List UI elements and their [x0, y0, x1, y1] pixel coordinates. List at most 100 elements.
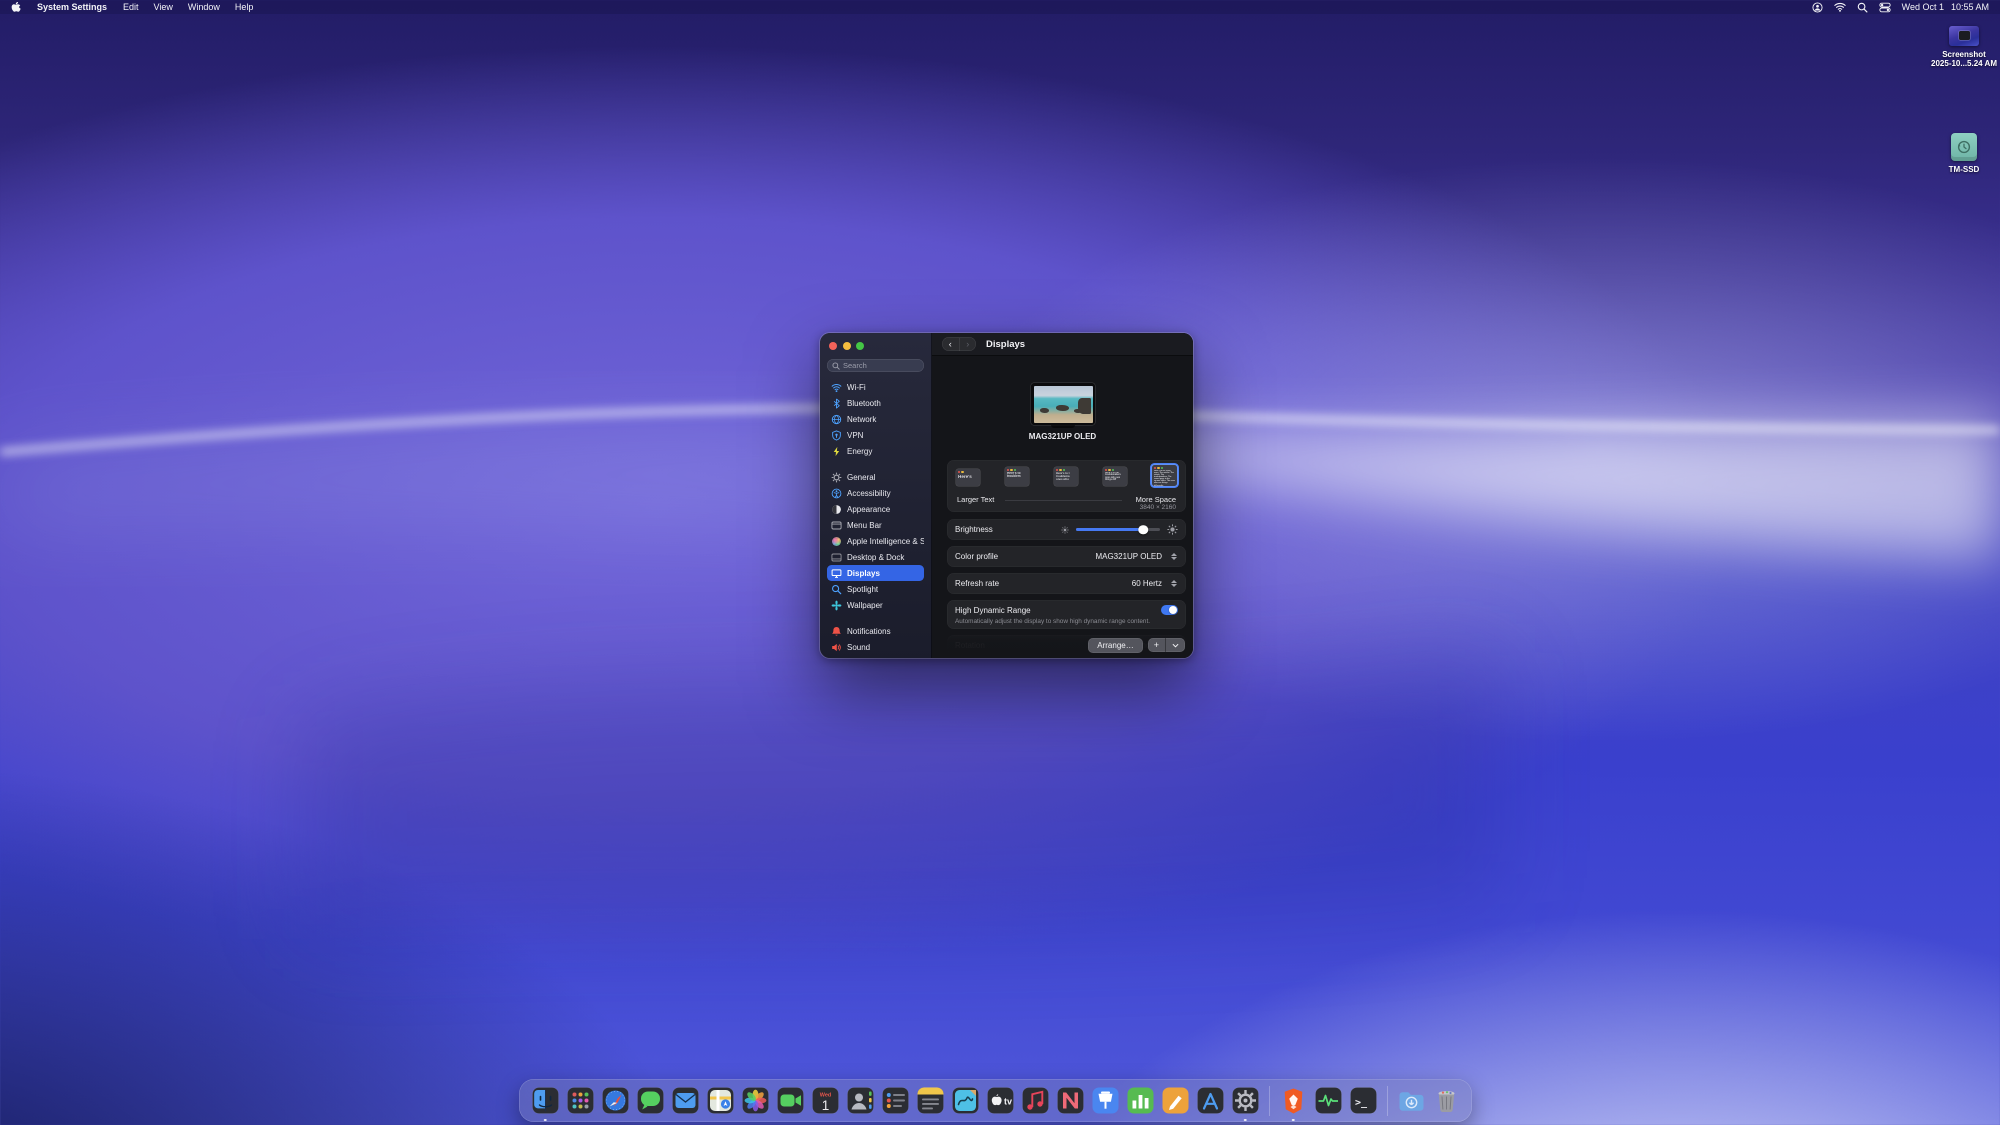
sidebar-item-general[interactable]: General: [827, 469, 924, 485]
sidebar-item-desktop-dock[interactable]: Desktop & Dock: [827, 549, 924, 565]
dock-maps-icon[interactable]: [704, 1084, 737, 1117]
menubar-icon: [831, 520, 842, 531]
screenshot-label-line1: Screenshot: [1931, 50, 1997, 59]
dock-photos-icon[interactable]: [739, 1084, 772, 1117]
minimize-button[interactable]: [843, 342, 851, 350]
dock-mail-icon[interactable]: [669, 1084, 702, 1117]
search-icon[interactable]: [1857, 2, 1868, 13]
dock-messages-icon[interactable]: [634, 1084, 667, 1117]
add-display-button[interactable]: +: [1148, 638, 1165, 652]
sidebar-item-label: Notifications: [847, 627, 891, 636]
add-display-chevron[interactable]: [1165, 638, 1185, 652]
sidebar-item-wi-fi[interactable]: Wi-Fi: [827, 379, 924, 395]
sidebar-item-label: Spotlight: [847, 585, 878, 594]
zoom-button[interactable]: [856, 342, 864, 350]
dock-numbers-icon[interactable]: [1124, 1084, 1157, 1117]
brightness-slider-knob[interactable]: [1138, 525, 1148, 535]
menu-clock[interactable]: Wed Oct 1 10:55 AM: [1902, 2, 1989, 12]
add-display-group: +: [1148, 638, 1185, 652]
globe-icon: [831, 414, 842, 425]
hdr-toggle[interactable]: [1161, 605, 1178, 615]
sidebar-item-label: Desktop & Dock: [847, 553, 904, 562]
dock-finder-icon[interactable]: [529, 1084, 562, 1117]
preset-thumb-3[interactable]: Here's to t troublema ones who: [1054, 467, 1078, 486]
arrange-button[interactable]: Arrange…: [1088, 638, 1142, 653]
sidebar-item-label: Sound: [847, 643, 870, 652]
dock-brave-icon[interactable]: [1277, 1084, 1310, 1117]
search-input[interactable]: Search: [827, 359, 924, 372]
user-switch-icon[interactable]: [1812, 2, 1823, 13]
dock-notes-icon[interactable]: [914, 1084, 947, 1117]
control-center-icon[interactable]: [1879, 2, 1891, 13]
dock-safari-icon[interactable]: [599, 1084, 632, 1117]
dock-appletv-icon[interactable]: tv: [984, 1084, 1017, 1117]
dock-appstore-icon[interactable]: [1194, 1084, 1227, 1117]
preset-thumbnails: Here's Here's to troublem Here's to t trou…: [956, 465, 1177, 486]
preset-thumb-2[interactable]: Here's to troublem: [1005, 467, 1029, 486]
dock-music-icon[interactable]: [1019, 1084, 1052, 1117]
sidebar-item-accessibility[interactable]: Accessibility: [827, 485, 924, 501]
menu-edit[interactable]: Edit: [123, 2, 139, 12]
bluetooth-icon: [831, 398, 842, 409]
color-profile-stepper[interactable]: [1169, 551, 1178, 563]
dock-facetime-icon[interactable]: [774, 1084, 807, 1117]
close-button[interactable]: [829, 342, 837, 350]
forward-icon[interactable]: ›: [959, 338, 977, 351]
dock-settings-icon[interactable]: [1229, 1084, 1262, 1117]
sidebar-item-displays[interactable]: Displays: [827, 565, 924, 581]
dock-freeform-icon[interactable]: [949, 1084, 982, 1117]
sidebar-item-wallpaper[interactable]: Wallpaper: [827, 597, 924, 613]
refresh-rate-label: Refresh rate: [955, 579, 999, 588]
sidebar-item-label: Energy: [847, 447, 872, 456]
dock-reminders-icon[interactable]: [879, 1084, 912, 1117]
apple-menu-icon[interactable]: [11, 2, 21, 13]
pane-footer: Arrange… +: [932, 632, 1193, 658]
dock-calendar-icon[interactable]: Wed1: [809, 1084, 842, 1117]
desktop-icon-tm-ssd[interactable]: TM-SSD: [1921, 133, 2000, 174]
sidebar-item-notifications[interactable]: Notifications: [827, 623, 924, 639]
sidebar-item-menu-bar[interactable]: Menu Bar: [827, 517, 924, 533]
menu-bar: System Settings Edit View Window Help Wed O…: [0, 0, 2000, 14]
dock-divider: [1387, 1086, 1388, 1116]
sidebar-item-bluetooth[interactable]: Bluetooth: [827, 395, 924, 411]
dock-terminal-icon[interactable]: >_: [1347, 1084, 1380, 1117]
menu-app-name[interactable]: System Settings: [37, 2, 107, 12]
menu-window[interactable]: Window: [188, 2, 220, 12]
dock-downloads-icon[interactable]: [1395, 1084, 1428, 1117]
sidebar-item-appearance[interactable]: Appearance: [827, 501, 924, 517]
dock-trash-icon[interactable]: [1430, 1084, 1463, 1117]
refresh-rate-row: Refresh rate 60 Hertz: [947, 573, 1186, 594]
dock-activity-monitor-icon[interactable]: [1312, 1084, 1345, 1117]
desktop-icon-screenshot[interactable]: Screenshot 2025-10...5.24 AM: [1921, 26, 2000, 68]
dock-launchpad-icon[interactable]: [564, 1084, 597, 1117]
preset-thumb-1[interactable]: Here's: [956, 469, 980, 486]
preset-thumb-4[interactable]: Here's to the troublemakers ones who see…: [1103, 467, 1127, 486]
wifi-icon[interactable]: [1834, 2, 1846, 12]
menu-items: Edit View Window Help: [123, 2, 253, 12]
sidebar-item-label: Accessibility: [847, 489, 891, 498]
refresh-rate-stepper[interactable]: [1169, 578, 1178, 590]
sidebar-item-label: Menu Bar: [847, 521, 882, 530]
dock-keynote-icon[interactable]: [1089, 1084, 1122, 1117]
sidebar-item-vpn[interactable]: VPN: [827, 427, 924, 443]
speaker-icon: [831, 642, 842, 653]
dock-contacts-icon[interactable]: [844, 1084, 877, 1117]
dock-pages-icon[interactable]: [1159, 1084, 1192, 1117]
menu-help[interactable]: Help: [235, 2, 254, 12]
hdr-row: High Dynamic Range Automatically adjust …: [947, 600, 1186, 629]
back-icon[interactable]: ‹: [942, 338, 959, 351]
brightness-high-icon: [1167, 524, 1178, 535]
sidebar-item-network[interactable]: Network: [827, 411, 924, 427]
dock-news-icon[interactable]: [1054, 1084, 1087, 1117]
tm-ssd-label: TM-SSD: [1949, 165, 1980, 174]
sidebar-item-apple-intelligence-siri[interactable]: Apple Intelligence & Siri: [827, 533, 924, 549]
menu-view[interactable]: View: [154, 2, 173, 12]
preset-thumb-5-selected[interactable]: Here's to the crazy ones. The misfits. T…: [1152, 465, 1177, 486]
wifi-icon: [831, 382, 842, 393]
sidebar-item-sound[interactable]: Sound: [827, 639, 924, 655]
sidebar-item-energy[interactable]: Energy: [827, 443, 924, 459]
brightness-slider[interactable]: [1076, 528, 1160, 532]
sidebar-item-spotlight[interactable]: Spotlight: [827, 581, 924, 597]
sidebar-item-label: Network: [847, 415, 876, 424]
spotlight-icon: [831, 584, 842, 595]
